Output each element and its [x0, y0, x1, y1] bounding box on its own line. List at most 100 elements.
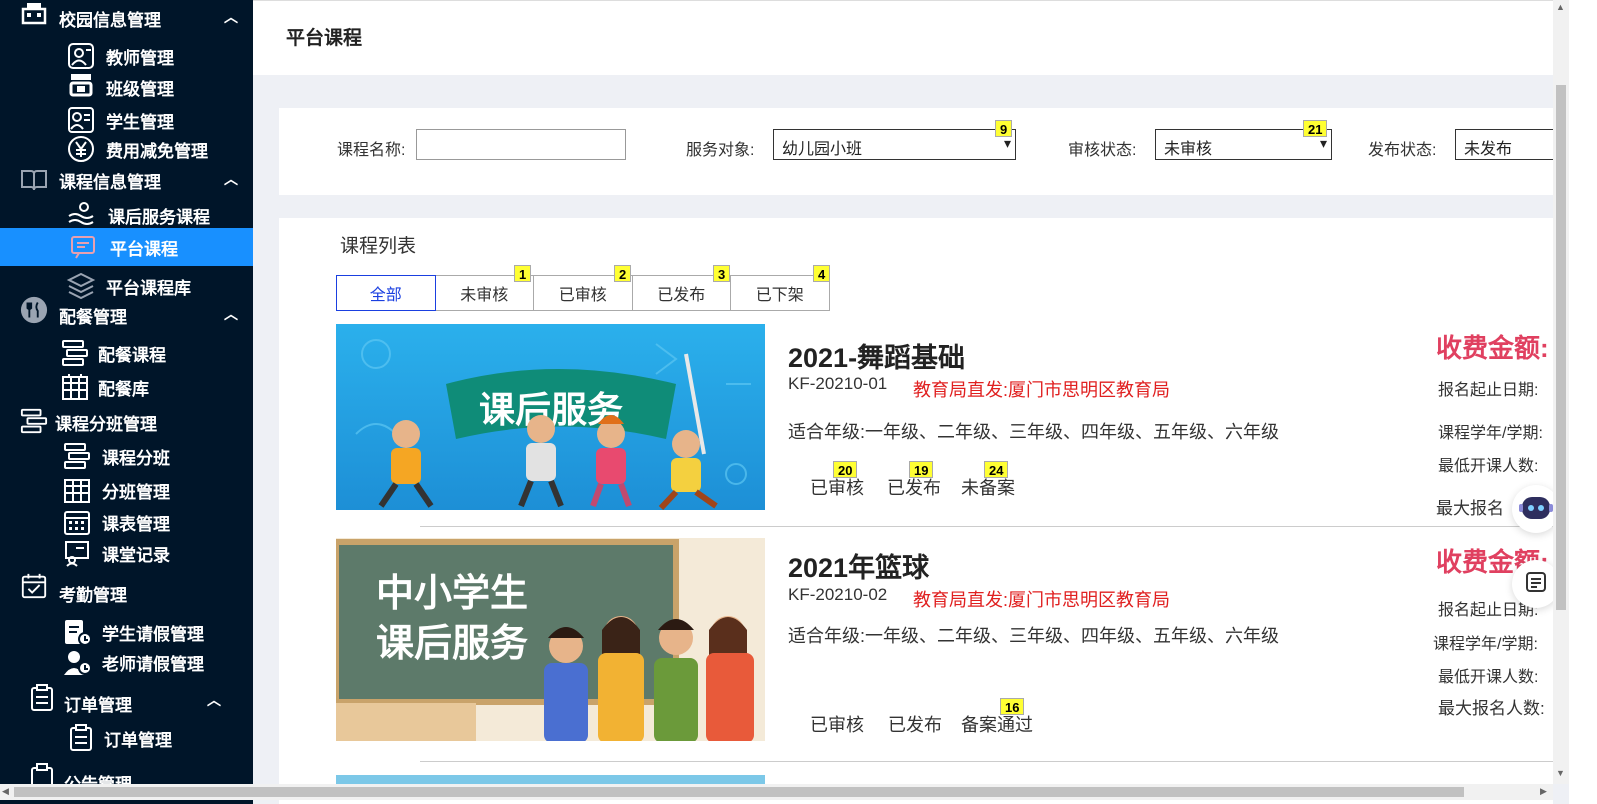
menu-group-label: 校园信息管理: [59, 10, 161, 30]
review-status-label: 审核状态:: [1068, 142, 1137, 159]
menu-group-label: 课程信息管理: [59, 172, 161, 192]
page-header: 平台课程: [253, 0, 1553, 75]
sidebar-item-platform-course[interactable]: 平台课程: [0, 228, 253, 266]
menu-group-attendance[interactable]: 考勤管理: [0, 573, 253, 608]
tab-all[interactable]: 全部: [336, 275, 436, 311]
service-target-select[interactable]: 幼儿园小班 ▾: [773, 129, 1016, 160]
menu-group-label: 订单管理: [64, 695, 132, 715]
sidebar-item-student-leave[interactable]: 学生请假管理: [0, 616, 253, 648]
sidebar-item-meal-library[interactable]: 配餐库: [0, 371, 253, 403]
badge: 20: [833, 461, 858, 478]
course-card[interactable]: 课后服务 2021-舞蹈基础 KF-20210-01 教育局直发:厦门市思明区教…: [336, 324, 1556, 539]
sidebar-item-course-class[interactable]: 课程分班: [0, 440, 253, 472]
course-name-label: 课程名称:: [337, 142, 406, 159]
order-document-icon: [28, 684, 56, 712]
badge: 1: [514, 265, 532, 282]
class-grid-icon: [62, 475, 92, 505]
sidebar-item-label: 费用减免管理: [106, 141, 208, 161]
academic-term-label: 课程学年/学期:: [1433, 636, 1538, 653]
calendar-check-icon: [20, 572, 48, 600]
status-reviewed: 已审核: [810, 715, 864, 735]
menu-group-campus[interactable]: 校园信息管理 ︿: [0, 3, 253, 33]
vertical-scroll-thumb[interactable]: [1556, 85, 1566, 610]
publish-status-select[interactable]: 未发布: [1455, 129, 1565, 160]
badge: 21: [1303, 120, 1328, 137]
sidebar-item-teacher-leave[interactable]: 老师请假管理: [0, 646, 253, 678]
banner-line-2: 课后服务: [376, 621, 528, 665]
sidebar-item-teachers[interactable]: 教师管理: [0, 40, 253, 72]
sidebar-item-meal-course[interactable]: 配餐课程: [0, 337, 253, 369]
publish-status-value: 未发布: [1464, 141, 1513, 158]
sidebar-item-label: 班级管理: [106, 79, 174, 99]
course-thumbnail[interactable]: 课后服务: [336, 324, 765, 510]
course-name[interactable]: 2021-舞蹈基础: [788, 336, 965, 375]
chevron-up-icon[interactable]: ︿: [224, 7, 238, 27]
chevron-up-icon[interactable]: ︿: [207, 690, 221, 710]
service-target-value: 幼儿园小班: [782, 141, 863, 158]
menu-group-label: 考勤管理: [59, 585, 127, 605]
course-card[interactable]: 中小学生 课后服务 2021年篮球 KF-20210-02 教育局直发:厦门市思…: [336, 538, 1556, 753]
book-icon: [20, 166, 48, 194]
scroll-up-icon[interactable]: ▲: [1556, 2, 1565, 12]
sidebar-item-class-record[interactable]: 课堂记录: [0, 537, 253, 569]
scroll-right-icon[interactable]: ▶: [1540, 786, 1547, 797]
filter-panel: 课程名称: 服务对象: 幼儿园小班 ▾ 9 审核状态: 未审核 ▾ 21 发布状…: [279, 108, 1565, 195]
fee-label: 收费金额:: [1436, 333, 1549, 363]
badge: 3: [713, 265, 731, 282]
banner-line-1: 中小学生: [376, 571, 528, 615]
sidebar-item-after-school-course[interactable]: 课后服务课程: [0, 199, 253, 231]
sidebar-item-label: 配餐课程: [98, 345, 166, 365]
badge: 19: [909, 461, 934, 478]
course-grades: 适合年级:一年级、二年级、三年级、四年级、五年级、六年级: [788, 422, 1279, 442]
sidebar-item-label: 平台课程: [110, 239, 178, 259]
service-course-icon: [66, 200, 96, 230]
course-list-title: 课程列表: [340, 236, 417, 257]
sidebar-item-label: 课程分班: [102, 448, 170, 468]
sidebar-item-label: 课后服务课程: [108, 207, 210, 227]
min-enrollment-label: 最低开课人数:: [1438, 669, 1539, 686]
horizontal-scrollbar[interactable]: ◀ ▶: [0, 784, 1553, 800]
classroom-icon: [66, 72, 96, 102]
menu-group-course-class[interactable]: 课程分班管理: [0, 407, 253, 437]
course-list-panel: 课程列表 全部 未审核 已审核 已发布 已下架 1 2 3 4 课后服务 202…: [279, 218, 1560, 804]
scroll-left-icon[interactable]: ◀: [2, 786, 9, 797]
chevron-up-icon[interactable]: ︿: [224, 169, 238, 189]
sidebar: 校园信息管理 ︿ 教师管理 班级管理 学生管理 费用减免管理 课程信息管理 ︿: [0, 0, 253, 804]
badge: 16: [1000, 698, 1025, 715]
layers-icon: [66, 271, 96, 301]
sidebar-item-label: 课表管理: [102, 514, 170, 534]
course-name-input[interactable]: [416, 129, 626, 160]
review-status-value: 未审核: [1164, 141, 1213, 158]
status-published: 已发布: [888, 715, 942, 735]
vertical-scrollbar[interactable]: ▲ ▼: [1553, 0, 1569, 784]
sidebar-item-class-management[interactable]: 分班管理: [0, 474, 253, 506]
badge: 9: [995, 120, 1013, 137]
sidebar-item-label: 订单管理: [104, 730, 172, 750]
student-leave-icon: [62, 617, 92, 647]
course-class-icon: [62, 441, 92, 471]
badge: 24: [984, 461, 1009, 478]
yen-coin-icon: [66, 134, 96, 164]
sidebar-item-order-list[interactable]: 订单管理: [0, 722, 253, 754]
horizontal-scroll-thumb[interactable]: [14, 787, 1464, 797]
course-grades: 适合年级:一年级、二年级、三年级、四年级、五年级、六年级: [788, 626, 1279, 646]
menu-group-course-info[interactable]: 课程信息管理 ︿: [0, 165, 253, 195]
sidebar-item-label: 课堂记录: [102, 545, 170, 565]
sidebar-item-timetable[interactable]: 课表管理: [0, 506, 253, 538]
window-edge: [1569, 0, 1597, 804]
robot-icon: [1518, 491, 1554, 528]
course-name[interactable]: 2021年篮球: [788, 546, 929, 585]
row-divider: [420, 526, 1560, 527]
sidebar-item-students[interactable]: 学生管理: [0, 104, 253, 136]
sidebar-item-classes[interactable]: 班级管理: [0, 71, 253, 103]
sidebar-item-label: 分班管理: [102, 482, 170, 502]
menu-group-meal[interactable]: 配餐管理 ︿: [0, 296, 253, 330]
menu-group-orders[interactable]: 订单管理 ︿: [0, 684, 253, 718]
chevron-up-icon[interactable]: ︿: [224, 304, 238, 324]
sidebar-item-label: 平台课程库: [106, 278, 191, 298]
timetable-icon: [62, 507, 92, 537]
sidebar-item-fee-reduction[interactable]: 费用减免管理: [0, 133, 253, 165]
course-thumbnail[interactable]: 中小学生 课后服务: [336, 538, 765, 741]
scroll-down-icon[interactable]: ▼: [1556, 768, 1565, 778]
class-record-icon: [62, 538, 92, 568]
